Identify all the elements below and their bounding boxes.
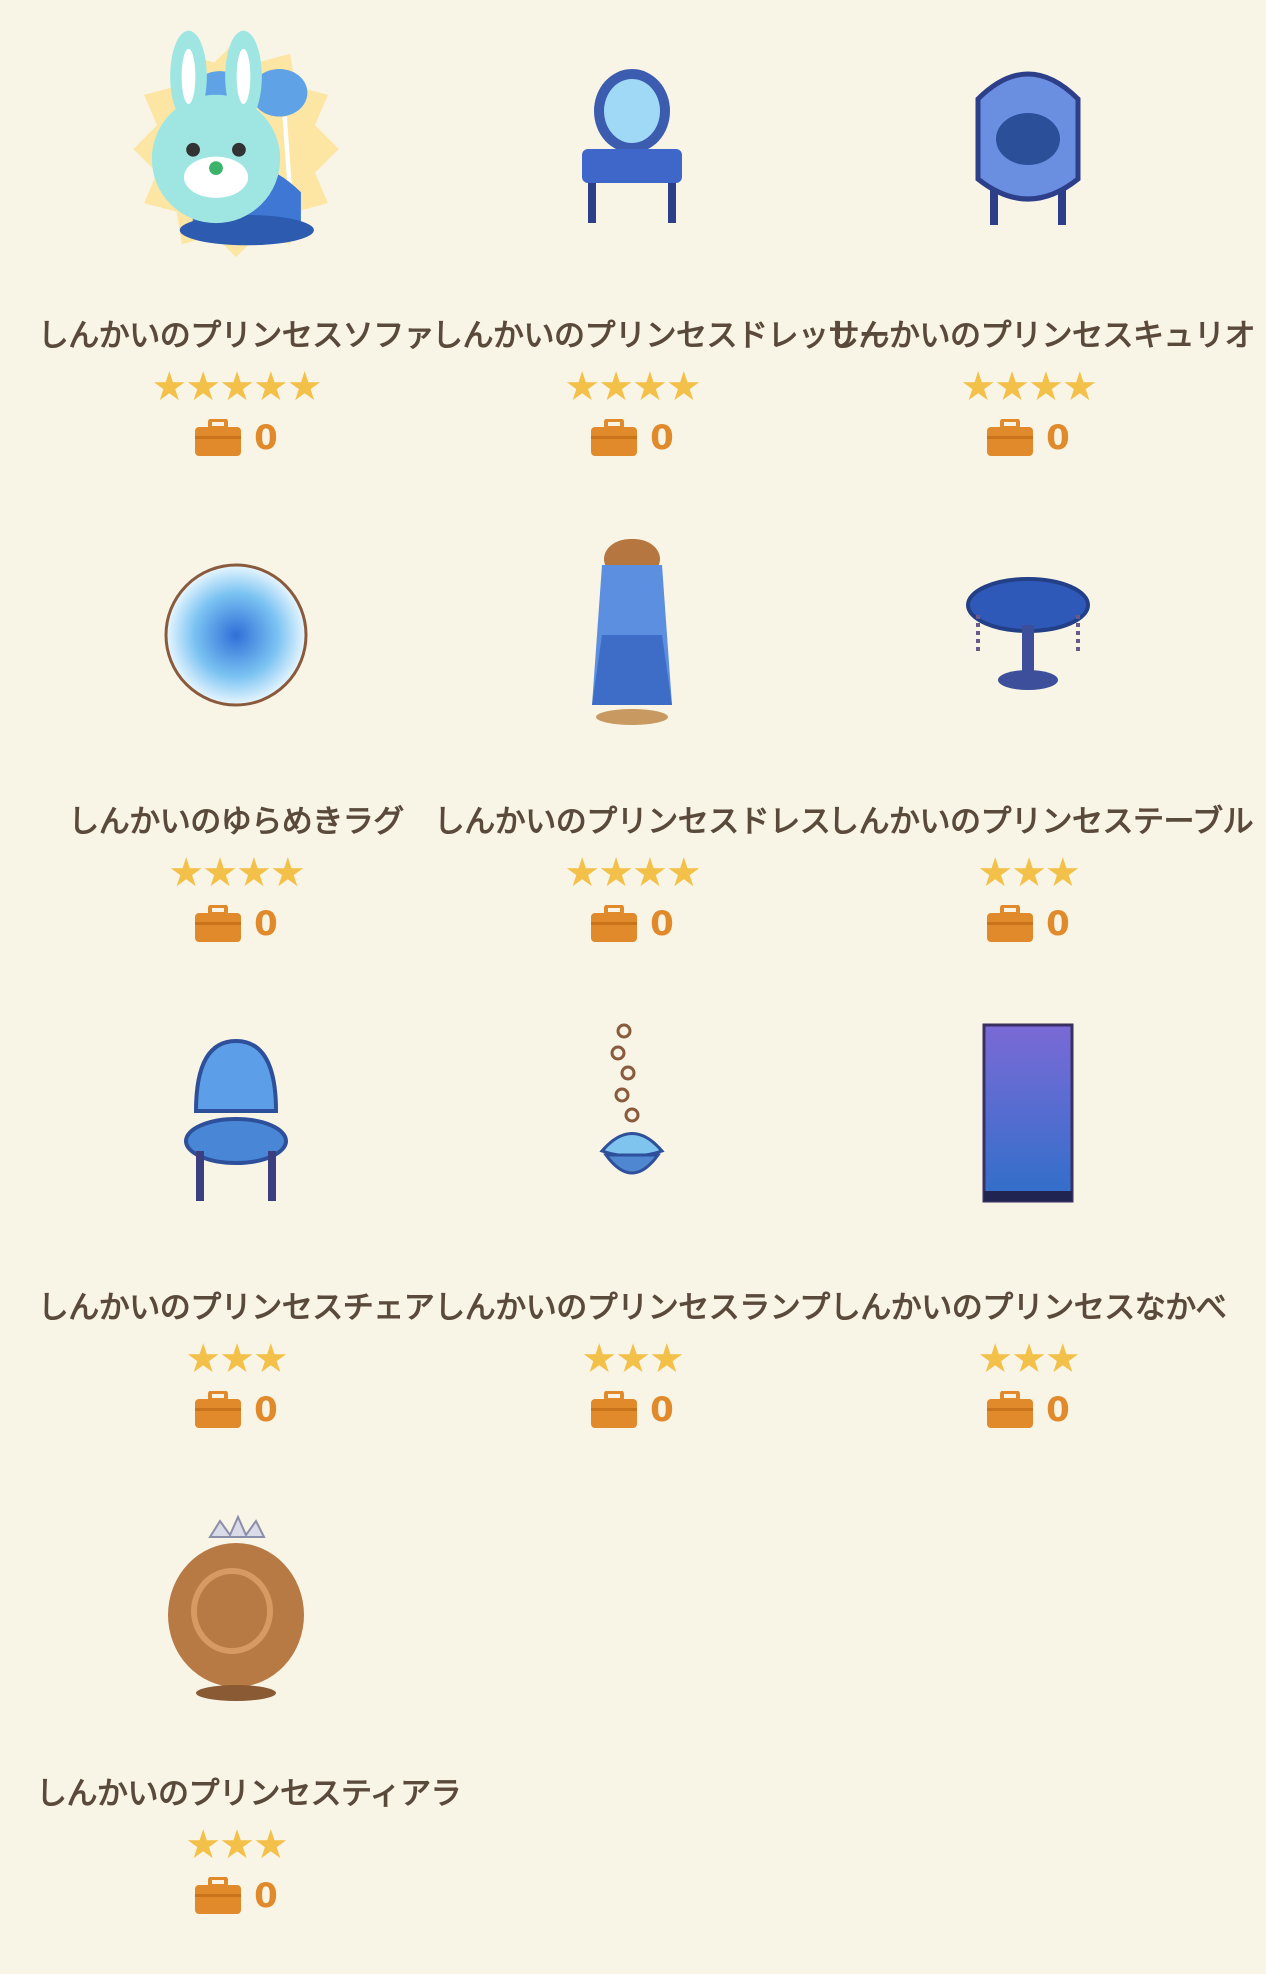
count-value: 0 — [650, 1390, 674, 1430]
count-value: 0 — [254, 1390, 278, 1430]
dresser-icon — [582, 69, 682, 223]
dress-mannequin-icon — [592, 539, 672, 725]
star-rating: ★★★ — [977, 1336, 1081, 1382]
item-name: しんかいのプリンセスチェア — [37, 1290, 435, 1326]
item-thumbnail — [908, 30, 1148, 268]
item-thumbnail — [512, 1002, 752, 1240]
furniture-item[interactable]: しんかいのプリンセステーブル ★★★ 0 — [828, 516, 1254, 1002]
star-rating: ★★★ — [185, 1822, 289, 1868]
item-name: しんかいのプリンセスティアラ — [36, 1776, 462, 1812]
item-thumbnail — [908, 516, 1148, 754]
briefcase-icon — [194, 1391, 242, 1429]
item-name: しんかいのプリンセスキュリオ — [828, 318, 1256, 354]
star-rating: ★★★★ — [168, 850, 305, 896]
furniture-item[interactable]: しんかいのプリンセスチェア ★★★ 0 — [37, 1002, 435, 1488]
item-name: しんかいのプリンセステーブル — [828, 804, 1254, 840]
briefcase-icon — [590, 419, 638, 457]
star-rating: ★★★ — [977, 850, 1081, 896]
star-rating: ★★★★★ — [151, 364, 322, 410]
furniture-item[interactable]: しんかいのプリンセスドレス ★★★★ 0 — [433, 516, 831, 1002]
inventory-count: 0 — [986, 903, 1070, 945]
item-name: しんかいのプリンセスドレス — [433, 804, 831, 840]
briefcase-icon — [590, 905, 638, 943]
count-value: 0 — [1046, 1390, 1070, 1430]
item-name: しんかいのプリンセスランプ — [434, 1290, 830, 1326]
inventory-count: 0 — [590, 417, 674, 459]
inventory-count: 0 — [590, 903, 674, 945]
item-thumbnail — [116, 1488, 356, 1726]
inventory-count: 0 — [986, 417, 1070, 459]
star-rating: ★★★ — [185, 1336, 289, 1382]
briefcase-icon — [590, 1391, 638, 1429]
inventory-count: 0 — [194, 1875, 278, 1917]
inventory-count: 0 — [590, 1389, 674, 1431]
shell-lamp-icon — [599, 1023, 665, 1175]
inventory-count: 0 — [194, 417, 278, 459]
count-value: 0 — [1046, 418, 1070, 458]
inventory-count: 0 — [194, 903, 278, 945]
briefcase-icon — [194, 1877, 242, 1915]
star-rating: ★★★★ — [564, 364, 701, 410]
star-rating: ★★★★ — [960, 364, 1097, 410]
round-rug-icon — [164, 563, 308, 707]
count-value: 0 — [1046, 904, 1070, 944]
shell-chair-icon — [184, 1038, 288, 1201]
item-thumbnail — [512, 30, 752, 268]
briefcase-icon — [194, 419, 242, 457]
furniture-grid: しんかいのプリンセスソファ ★★★★★ 0 しんかいのプリンセスドレッサー ★★… — [36, 30, 1256, 1974]
item-name: しんかいのゆらめきラグ — [68, 804, 404, 840]
item-thumbnail — [116, 516, 356, 754]
item-thumbnail — [512, 516, 752, 754]
round-table-icon — [966, 577, 1090, 690]
count-value: 0 — [254, 1876, 278, 1916]
furniture-item[interactable]: しんかいのプリンセスキュリオ ★★★★ 0 — [828, 30, 1256, 516]
briefcase-icon — [986, 905, 1034, 943]
wall-panel-icon — [982, 1023, 1074, 1203]
count-value: 0 — [254, 418, 278, 458]
count-value: 0 — [650, 418, 674, 458]
item-thumbnail — [116, 1002, 356, 1240]
item-thumbnail — [116, 30, 356, 268]
furniture-item[interactable]: しんかいのプリンセスティアラ ★★★ 0 — [36, 1488, 462, 1974]
briefcase-icon — [986, 1391, 1034, 1429]
item-name: しんかいのプリンセスソファ — [37, 318, 435, 354]
item-thumbnail — [908, 1002, 1148, 1240]
tiara-icon — [168, 1514, 304, 1701]
item-name: しんかいのプリンセスドレッサー — [432, 318, 890, 354]
count-value: 0 — [650, 904, 674, 944]
inventory-count: 0 — [986, 1389, 1070, 1431]
item-name: しんかいのプリンセスなかべ — [829, 1290, 1227, 1326]
briefcase-icon — [986, 419, 1034, 457]
star-rating: ★★★★ — [564, 850, 701, 896]
villager-avatar — [151, 30, 281, 224]
furniture-item[interactable]: しんかいのプリンセスドレッサー ★★★★ 0 — [432, 30, 890, 516]
briefcase-icon — [194, 905, 242, 943]
star-rating: ★★★ — [581, 1336, 685, 1382]
furniture-item[interactable]: しんかいのプリンセスランプ ★★★ 0 — [434, 1002, 830, 1488]
furniture-item[interactable]: しんかいのゆらめきラグ ★★★★ 0 — [38, 516, 434, 1002]
count-value: 0 — [254, 904, 278, 944]
inventory-count: 0 — [194, 1389, 278, 1431]
furniture-item[interactable]: しんかいのプリンセスソファ ★★★★★ 0 — [37, 30, 435, 516]
furniture-item[interactable]: しんかいのプリンセスなかべ ★★★ 0 — [829, 1002, 1227, 1488]
curio-cabinet-icon — [975, 71, 1081, 225]
